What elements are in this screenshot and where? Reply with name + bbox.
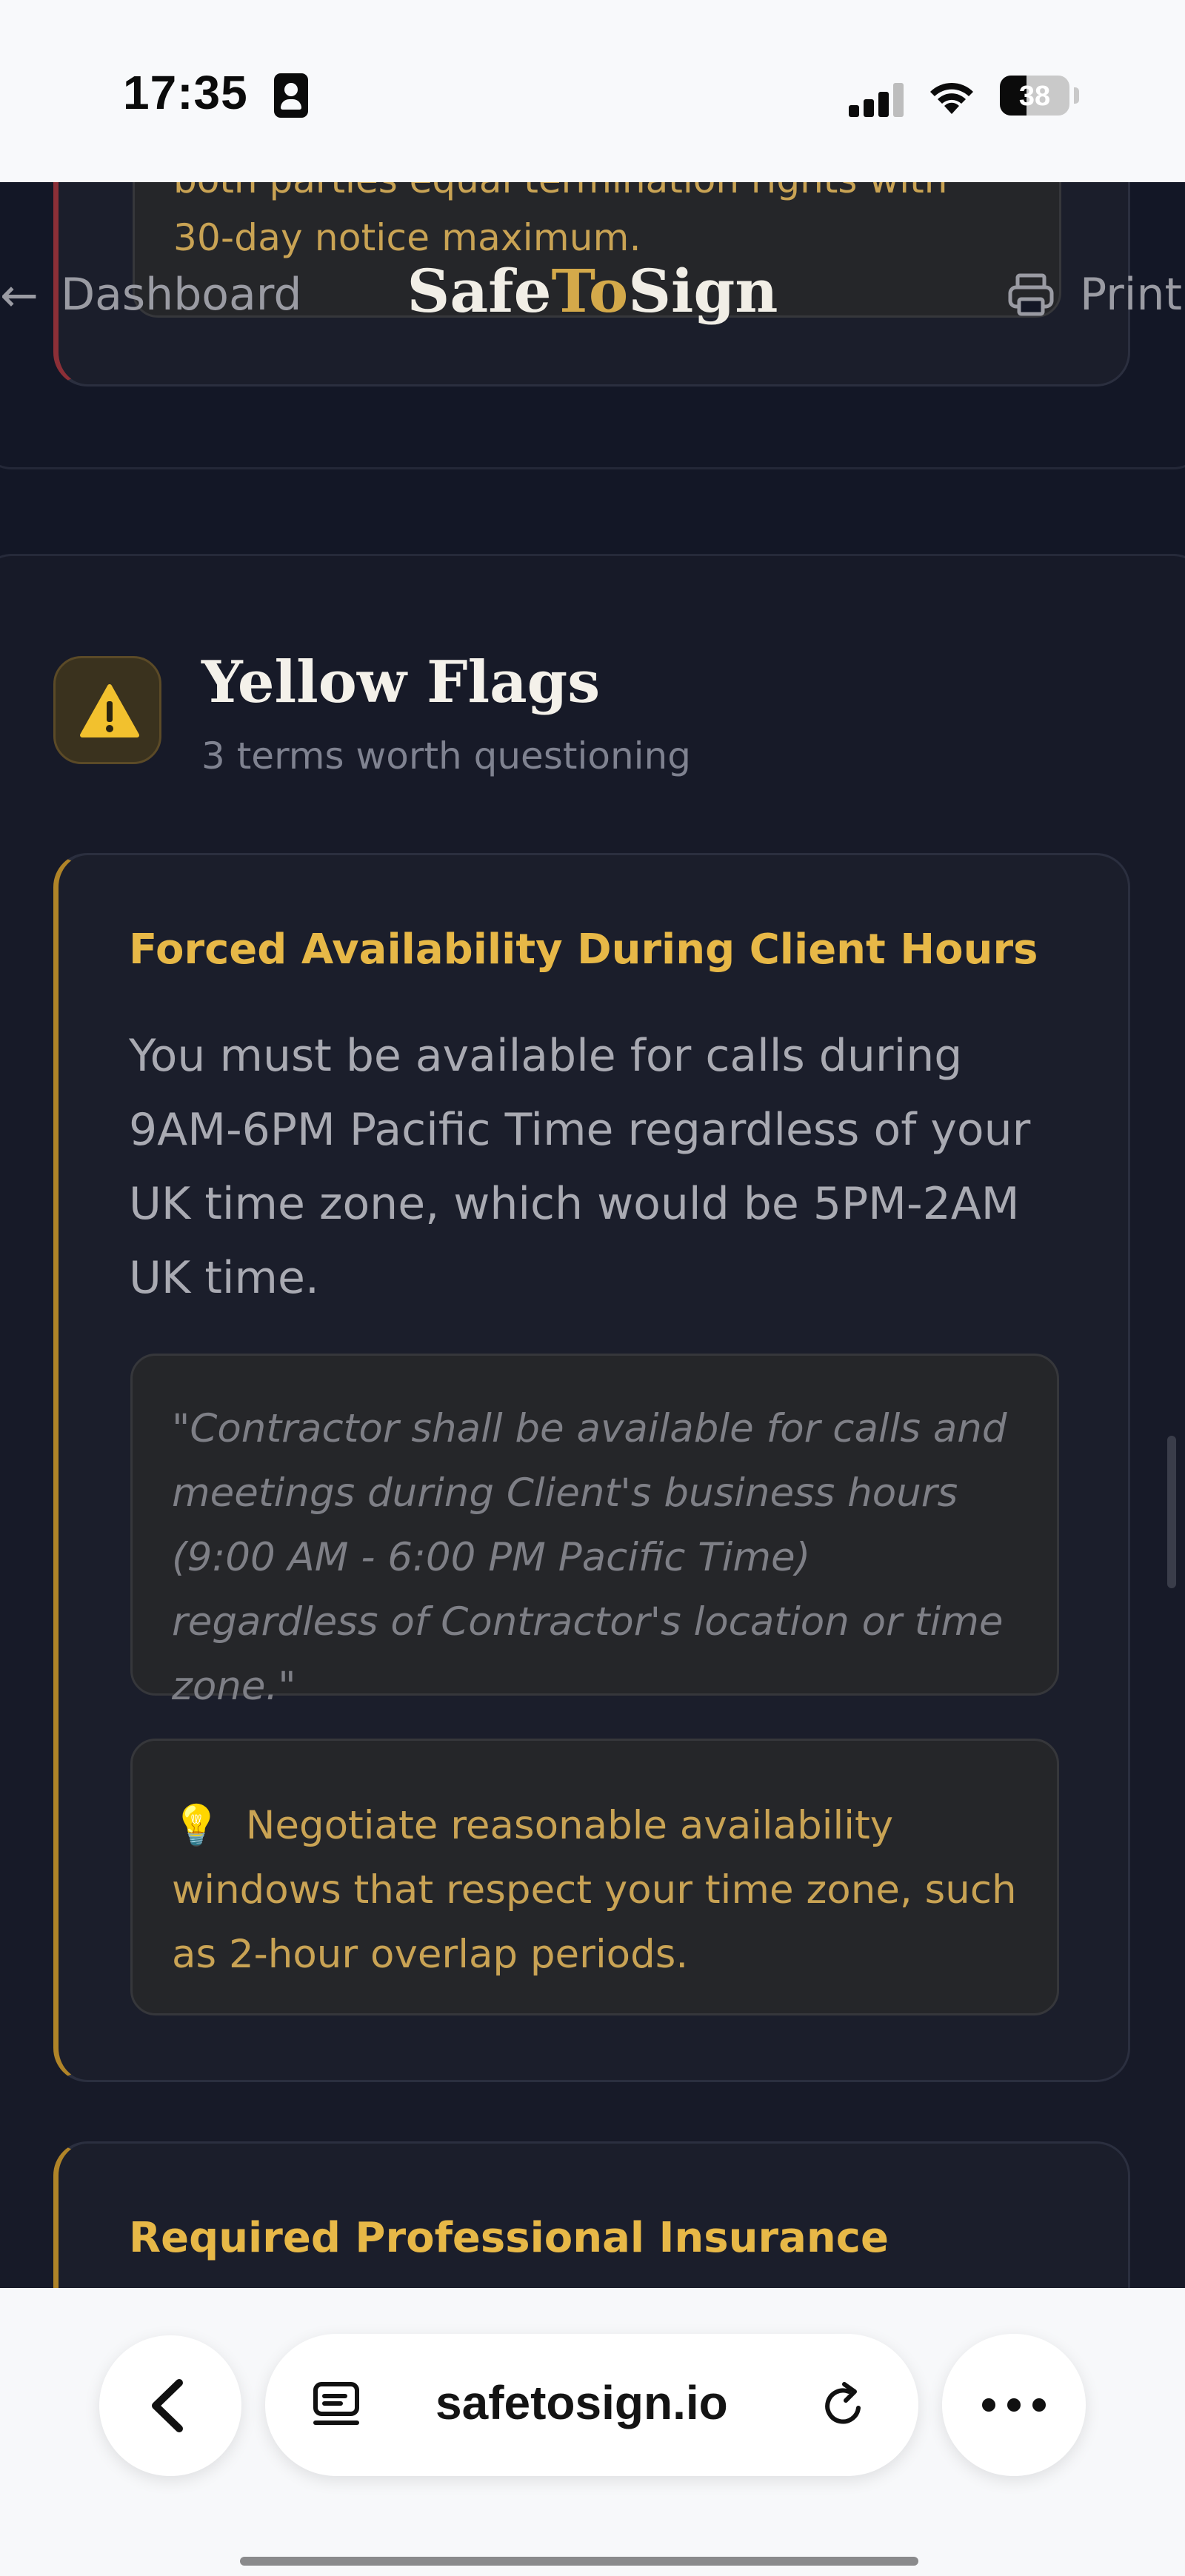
battery-icon: 38	[1000, 76, 1069, 116]
printer-icon	[1008, 273, 1054, 316]
chevron-left-icon	[152, 2379, 183, 2432]
brand-part-sign: Sign	[628, 256, 778, 326]
scrollbar-thumb[interactable]	[1167, 1436, 1176, 1588]
tip-text: Negotiate reasonable availability window…	[172, 1803, 1017, 1977]
battery-level: 38	[1018, 81, 1051, 112]
section-subtitle: 3 terms worth questioning	[201, 735, 691, 777]
warning-icon	[80, 684, 139, 737]
page-content: both parties equal termination rights wi…	[0, 182, 1185, 2288]
flag-title: Required Professional Insurance	[129, 2214, 889, 2262]
print-button[interactable]: Print	[1007, 265, 1182, 324]
status-bar: 17:35 38	[0, 0, 1185, 182]
address-bar[interactable]: safetosign.io	[265, 2334, 918, 2476]
tip: 💡 Negotiate reasonable availability wind…	[172, 1793, 1024, 1987]
flag-title: Forced Availability During Client Hours	[129, 926, 1038, 974]
home-indicator[interactable]	[240, 2557, 918, 2566]
contract-quote: "Contractor shall be available for calls…	[172, 1406, 1007, 1709]
status-time: 17:35	[123, 66, 248, 119]
section-title: Yellow Flags	[201, 649, 601, 716]
more-options-button[interactable]	[942, 2334, 1086, 2476]
browser-toolbar: safetosign.io	[0, 2288, 1185, 2576]
contact-card-icon	[274, 73, 308, 118]
brand-part-to: To	[551, 256, 629, 326]
print-label: Print	[1080, 269, 1183, 321]
reload-icon[interactable]	[818, 2380, 869, 2432]
browser-back-button[interactable]	[99, 2335, 241, 2476]
lightbulb-icon: 💡	[172, 1803, 221, 1848]
wifi-icon	[930, 82, 973, 114]
battery-cap	[1074, 87, 1079, 104]
brand-part-safe: Safe	[407, 256, 552, 326]
flag-description: You must be available for calls during 9…	[129, 1030, 1031, 1304]
tab-overview-icon[interactable]	[311, 2380, 363, 2432]
cellular-signal-icon	[849, 83, 905, 117]
warning-badge	[53, 656, 161, 764]
red-flags-section	[0, 182, 1185, 469]
ellipsis-icon	[982, 2398, 1046, 2412]
url-text: safetosign.io	[435, 2376, 728, 2429]
